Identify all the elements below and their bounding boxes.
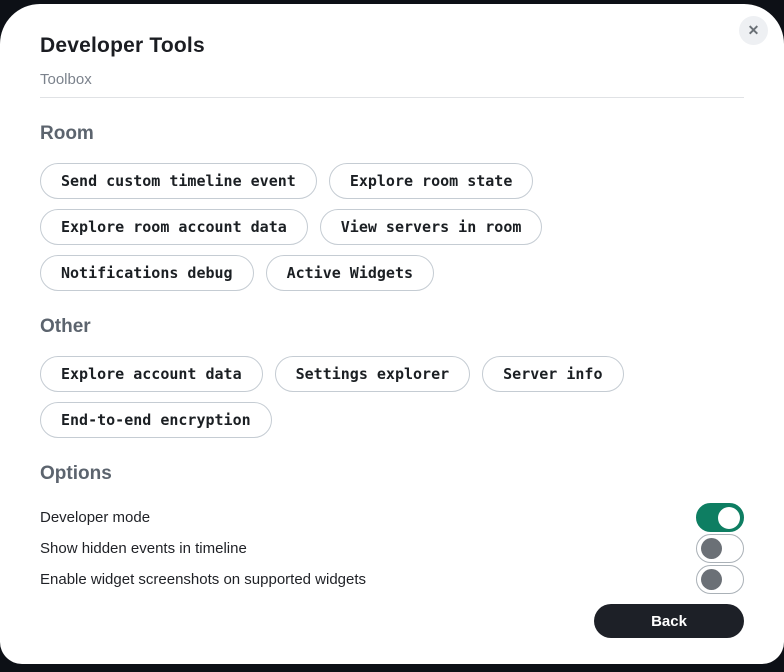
dialog-title: Developer Tools: [40, 34, 744, 58]
show-hidden-events-label: Show hidden events in timeline: [40, 540, 247, 557]
explore-account-data-button[interactable]: Explore account data: [40, 356, 263, 392]
view-servers-in-room-button[interactable]: View servers in room: [320, 209, 543, 245]
active-widgets-button[interactable]: Active Widgets: [266, 255, 434, 291]
section-heading-options: Options: [40, 463, 744, 485]
back-button[interactable]: Back: [594, 604, 744, 638]
toggle-knob-icon: [701, 569, 722, 590]
room-button-group: Send custom timeline event Explore room …: [40, 163, 744, 291]
dialog-subtitle: Toolbox: [40, 71, 744, 98]
widget-screenshots-label: Enable widget screenshots on supported w…: [40, 571, 366, 588]
settings-explorer-button[interactable]: Settings explorer: [275, 356, 471, 392]
explore-room-state-button[interactable]: Explore room state: [329, 163, 534, 199]
other-button-group: Explore account data Settings explorer S…: [40, 356, 744, 438]
notifications-debug-button[interactable]: Notifications debug: [40, 255, 254, 291]
toggle-knob-icon: [718, 507, 740, 529]
option-row-developer-mode: Developer mode: [40, 503, 744, 532]
option-row-widget-screenshots: Enable widget screenshots on supported w…: [40, 565, 744, 594]
show-hidden-events-toggle[interactable]: [696, 534, 744, 563]
close-icon: ✕: [739, 16, 768, 45]
developer-tools-dialog: ✕ Developer Tools Toolbox Room Send cust…: [0, 4, 784, 664]
dialog-content: Room Send custom timeline event Explore …: [40, 98, 744, 596]
widget-screenshots-toggle[interactable]: [696, 565, 744, 594]
section-heading-other: Other: [40, 316, 744, 338]
explore-room-account-data-button[interactable]: Explore room account data: [40, 209, 308, 245]
section-heading-room: Room: [40, 123, 744, 145]
toggle-knob-icon: [701, 538, 722, 559]
dialog-footer: Back: [40, 604, 744, 664]
send-custom-timeline-event-button[interactable]: Send custom timeline event: [40, 163, 317, 199]
option-row-show-hidden-events: Show hidden events in timeline: [40, 534, 744, 563]
server-info-button[interactable]: Server info: [482, 356, 623, 392]
end-to-end-encryption-button[interactable]: End-to-end encryption: [40, 402, 272, 438]
developer-mode-toggle[interactable]: [696, 503, 744, 532]
developer-mode-label: Developer mode: [40, 509, 150, 526]
close-button[interactable]: ✕: [739, 16, 768, 45]
